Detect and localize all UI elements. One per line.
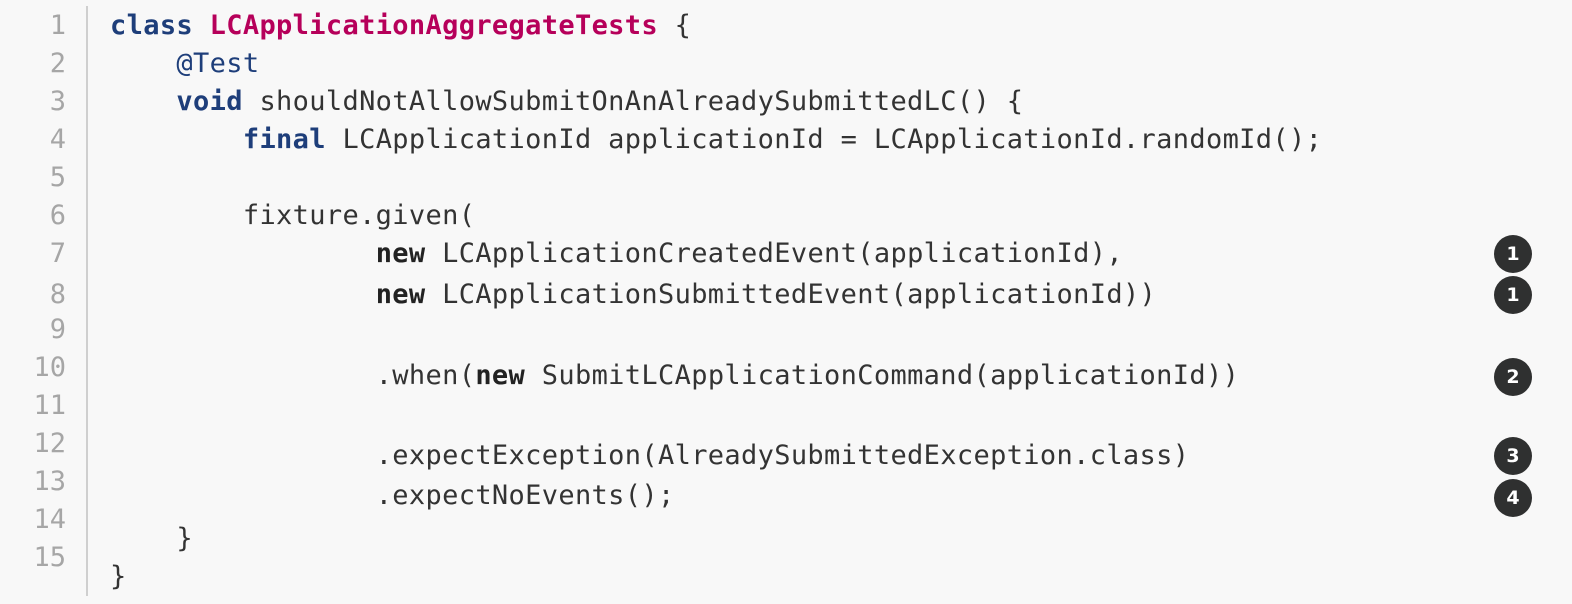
code-line-3: 3 void shouldNotAllowSubmitOnAnAlreadySu… [0, 83, 1572, 121]
code-rest: } [110, 561, 127, 592]
line-number: 15 [33, 542, 66, 573]
line-number: 9 [49, 314, 66, 345]
code-line-4: 4 final LCApplicationId applicationId = … [0, 121, 1572, 159]
annotation: @Test [176, 48, 260, 79]
code-rest: { [658, 10, 692, 41]
code-rest: shouldNotAllowSubmitOnAnAlreadySubmitted… [242, 86, 1024, 117]
code-text: new LCApplicationCreatedEvent(applicatio… [110, 235, 1123, 273]
code-rest: LCApplicationSubmittedEvent(applicationI… [425, 279, 1157, 310]
code-line-1: 1 class LCApplicationAggregateTests { [0, 7, 1572, 45]
code-line-12: 12 .expectException(AlreadySubmittedExce… [0, 425, 1572, 475]
line-number: 11 [33, 390, 66, 421]
code-rest: LCApplicationCreatedEvent(applicationId)… [425, 238, 1123, 269]
code-text: final LCApplicationId applicationId = LC… [110, 121, 1322, 159]
code-rest: LCApplicationId applicationId = LCApplic… [325, 124, 1323, 155]
code-text: } [110, 558, 127, 596]
line-number: 14 [33, 504, 66, 535]
line-number: 13 [33, 466, 66, 497]
keyword: new [375, 279, 426, 310]
code-line-7: 7 new LCApplicationCreatedEvent(applicat… [0, 235, 1572, 273]
keyword: final [242, 124, 326, 155]
code-listing: 1 class LCApplicationAggregateTests { 2 … [0, 0, 1572, 604]
code-line-10: 10 .when(new SubmitLCApplicationCommand(… [0, 349, 1572, 396]
line-number: 7 [49, 238, 66, 269]
line-number: 4 [49, 124, 66, 155]
keyword: void [176, 86, 243, 117]
code-line-6: 6 fixture.given( [0, 197, 1572, 235]
line-number: 6 [49, 200, 66, 231]
line-number: 1 [49, 10, 66, 41]
code-line-9: 9 [0, 311, 1572, 349]
line-number: 10 [33, 352, 66, 383]
line-number: 8 [49, 279, 66, 310]
class-name: LCApplicationAggregateTests [209, 10, 658, 41]
code-line-8: 8 new LCApplicationSubmittedEvent(applic… [0, 276, 1572, 314]
line-number: 3 [49, 86, 66, 117]
callout-badge: 1 [1494, 235, 1532, 273]
code-text: @Test [110, 45, 259, 83]
callout-badge: 1 [1494, 276, 1532, 314]
code-line-5: 5 [0, 159, 1572, 197]
line-number: 12 [33, 428, 66, 459]
code-text: void shouldNotAllowSubmitOnAnAlreadySubm… [110, 83, 1023, 121]
code-line-13: 13 .expectNoEvents(); 4 [0, 463, 1572, 517]
code-text: new LCApplicationSubmittedEvent(applicat… [110, 276, 1156, 314]
code-text: class LCApplicationAggregateTests { [110, 7, 691, 45]
code-line-2: 2 @Test [0, 45, 1572, 83]
keyword: new [375, 238, 426, 269]
code-line-11: 11 [0, 387, 1572, 425]
line-number: 5 [49, 162, 66, 193]
code-rest: fixture.given( [242, 200, 476, 231]
code-text: fixture.given( [110, 197, 475, 235]
code-line-15: 15 } [0, 539, 1572, 592]
code-line-14: 14 } [0, 501, 1572, 554]
keyword: class [110, 10, 194, 41]
line-number: 2 [49, 48, 66, 79]
